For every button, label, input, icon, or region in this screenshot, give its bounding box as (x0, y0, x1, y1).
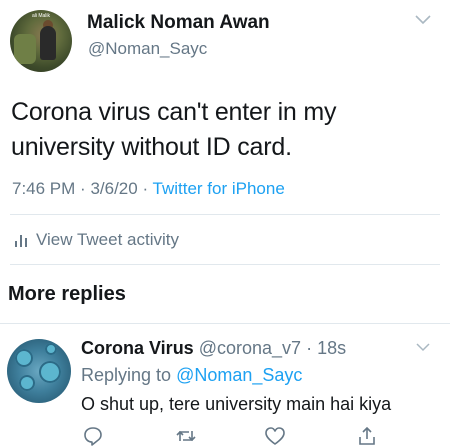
more-replies-heading: More replies (8, 283, 126, 305)
replying-to: Replying to @Noman_Sayc (81, 365, 302, 386)
tweet-text-line: Corona virus can't enter in my (11, 98, 337, 126)
author-handle[interactable]: @Noman_Sayc (88, 39, 207, 59)
divider (0, 323, 450, 324)
tweet-text-line: university without ID card. (11, 133, 292, 161)
tweet-source-link[interactable]: Twitter for iPhone (153, 179, 285, 198)
tweet-meta: 7:46 PM · 3/6/20 · Twitter for iPhone (12, 179, 285, 199)
retweet-icon[interactable] (175, 425, 197, 447)
bar-chart-icon (15, 235, 27, 247)
reply-text: O shut up, tere university main hai kiya (81, 394, 392, 414)
reply-header: Corona Virus @corona_v7 · 18s (81, 338, 346, 359)
view-activity-link[interactable]: View Tweet activity (14, 229, 179, 251)
virus-shape (15, 349, 33, 367)
chevron-down-icon[interactable] (416, 343, 430, 352)
virus-shape (39, 361, 61, 383)
share-icon[interactable] (356, 425, 378, 447)
author-name[interactable]: Malick Noman Awan (87, 12, 270, 34)
tweet-text: Corona virus can't enter in my universit… (11, 95, 441, 165)
divider (10, 264, 440, 265)
tweet-time: 7:46 PM (12, 179, 76, 198)
reply-author-avatar[interactable] (7, 339, 71, 403)
replying-to-mention[interactable]: @Noman_Sayc (176, 365, 302, 385)
reply-time: 18s (317, 338, 347, 358)
avatar-figure-body (40, 26, 56, 60)
replying-to-label: Replying to (81, 365, 172, 385)
view-activity-label: View Tweet activity (36, 230, 179, 249)
author-avatar[interactable]: ali Malik (10, 10, 72, 72)
meta-separator: · (80, 179, 91, 198)
reply-icon[interactable] (82, 425, 104, 447)
avatar-background-shape (14, 34, 36, 64)
reply-author-name[interactable]: Corona Virus (81, 338, 194, 358)
meta-separator: · (301, 338, 318, 358)
avatar-caption: ali Malik (31, 13, 51, 19)
divider (10, 214, 440, 215)
tweet-date: 3/6/20 (90, 179, 138, 198)
chevron-down-icon[interactable] (414, 14, 432, 26)
heart-icon[interactable] (264, 425, 286, 447)
meta-separator: · (142, 179, 153, 198)
virus-shape (45, 343, 57, 355)
virus-shape (19, 375, 35, 391)
reply-author-handle[interactable]: @corona_v7 (199, 338, 301, 358)
